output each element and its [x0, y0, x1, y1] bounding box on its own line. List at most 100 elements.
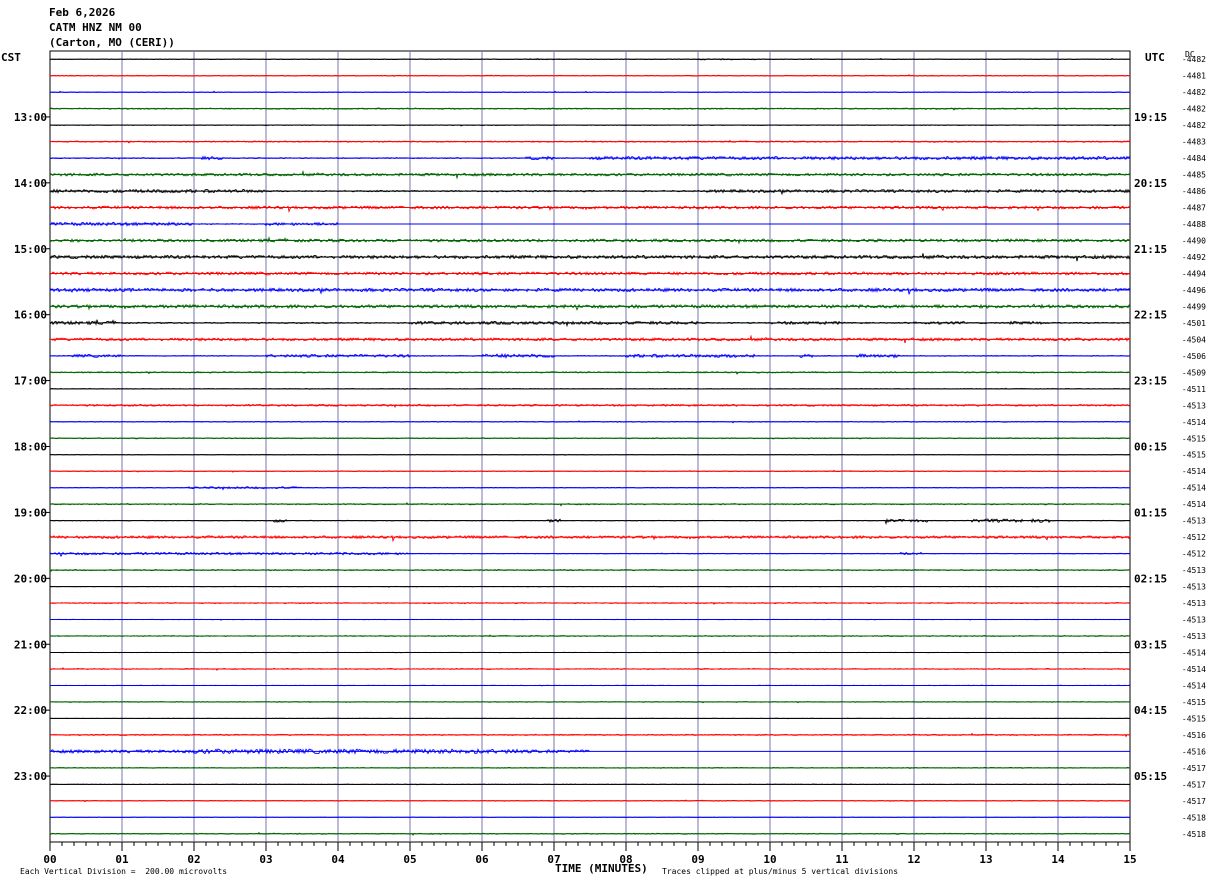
dc-offset-label: -4518 [1182, 813, 1206, 822]
right-time-label: 03:15 [1134, 638, 1167, 651]
seismic-trace [49, 303, 1131, 311]
dc-offset-label: -4513 [1182, 616, 1206, 625]
right-time-label: 01:15 [1134, 506, 1167, 519]
seismic-trace [49, 352, 1131, 360]
dc-offset-label: -4513 [1182, 401, 1206, 410]
dc-offset-label: -4509 [1182, 368, 1206, 377]
left-time-label: 19:00 [14, 506, 47, 519]
dc-offset-label: -4514 [1182, 484, 1206, 493]
dc-offset-label: -4515 [1182, 698, 1206, 707]
right-time-label: 22:15 [1134, 309, 1167, 322]
seismic-trace [49, 371, 1131, 375]
dc-offset-label: -4486 [1182, 187, 1206, 196]
clip-note: Traces clipped at plus/minus 5 vertical … [662, 867, 899, 876]
seismic-trace [49, 816, 1131, 819]
right-time-label: 02:15 [1134, 572, 1167, 585]
x-tick-label: 14 [1051, 853, 1065, 866]
seismic-trace [49, 420, 1131, 424]
dc-offset-label: -4482 [1182, 88, 1206, 97]
x-tick-label: 01 [115, 853, 129, 866]
left-time-label: 20:00 [14, 572, 47, 585]
dc-offset-label: -4517 [1182, 764, 1206, 773]
seismic-trace [49, 667, 1131, 672]
left-time-label: 17:00 [14, 375, 47, 388]
x-tick-label: 06 [475, 853, 489, 866]
dc-offset-label: -4513 [1182, 517, 1206, 526]
x-tick-label: 10 [763, 853, 776, 866]
dc-offset-label: -4514 [1182, 665, 1206, 674]
dc-offset-label: -4512 [1182, 550, 1206, 559]
x-tick-label: 03 [259, 853, 272, 866]
x-tick-label: 13 [979, 853, 992, 866]
dc-offset-label: -4514 [1182, 648, 1206, 657]
left-time-label: 14:00 [14, 177, 47, 190]
left-time-label: 15:00 [14, 243, 47, 256]
dc-offset-label: -4481 [1182, 72, 1206, 81]
seismic-trace [49, 74, 1131, 77]
dc-offset-label: -4482 [1182, 105, 1206, 114]
dc-offset-label: -4512 [1182, 533, 1206, 542]
x-axis-title: TIME (MINUTES) [555, 862, 648, 875]
seismic-trace [49, 469, 1131, 473]
scale-note: Each Vertical Division = 200.00 microvol… [20, 867, 228, 876]
dc-offset-label: -4488 [1182, 220, 1206, 229]
dc-offset-label: -4517 [1182, 780, 1206, 789]
left-time-label: 22:00 [14, 704, 47, 717]
dc-offset-label: -4485 [1182, 171, 1206, 180]
dc-offset-label: -4496 [1182, 286, 1206, 295]
dc-offset-label: -4518 [1182, 830, 1206, 839]
dc-offset-label: -4501 [1182, 319, 1206, 328]
x-tick-label: 04 [331, 853, 345, 866]
left-time-label: 13:00 [14, 111, 47, 124]
dc-offset-label: -4513 [1182, 599, 1206, 608]
dc-offset-label: -4513 [1182, 566, 1206, 575]
seismic-trace [49, 270, 1131, 276]
dc-offset-label: -4516 [1182, 747, 1206, 756]
right-time-label: 19:15 [1134, 111, 1167, 124]
dc-offset-label: -4514 [1182, 681, 1206, 690]
dc-offset-label: -4513 [1182, 632, 1206, 641]
x-tick-label: 12 [907, 853, 920, 866]
right-time-label: 20:15 [1134, 177, 1167, 190]
x-tick-label: 02 [187, 853, 200, 866]
left-time-label: 21:00 [14, 638, 47, 651]
dc-offset-label: -4515 [1182, 434, 1206, 443]
dc-offset-label: -4514 [1182, 467, 1206, 476]
dc-offset-label: -4511 [1182, 385, 1206, 394]
seismic-trace [49, 139, 1131, 144]
seismic-trace [49, 717, 1131, 720]
seismic-trace [49, 831, 1131, 836]
seismic-trace [49, 286, 1131, 295]
dc-offset-label: -4514 [1182, 500, 1206, 509]
right-time-label: 00:15 [1134, 441, 1167, 454]
right-time-label: 23:15 [1134, 375, 1167, 388]
seismic-trace [49, 534, 1131, 543]
x-tick-label: 09 [691, 853, 704, 866]
seismic-trace [49, 204, 1131, 213]
x-tick-label: 11 [835, 853, 849, 866]
seismic-trace [49, 517, 1131, 526]
seismic-trace [49, 551, 1131, 558]
seismic-trace [49, 188, 1131, 196]
dc-offset-label: -4513 [1182, 583, 1206, 592]
dc-offset-label: -4504 [1182, 335, 1206, 344]
dc-offset-label: -4483 [1182, 138, 1206, 147]
dc-offset-label: -4514 [1182, 418, 1206, 427]
dc-offset-label: -4494 [1182, 269, 1206, 278]
right-time-label: 05:15 [1134, 770, 1167, 783]
seismic-trace [49, 634, 1131, 638]
dc-offset-label: -4482 [1182, 55, 1206, 64]
helicorder-plot: 00 01 02 03 04 05 06 07 08 09 10 11 12 13 14 1513:0014:… [14, 50, 1206, 866]
dc-offset-label: -4517 [1182, 797, 1206, 806]
dc-offset-label: -4499 [1182, 302, 1206, 311]
dc-offset-label: -4484 [1182, 154, 1206, 163]
seismic-trace [49, 334, 1131, 344]
right-time-label: 21:15 [1134, 243, 1167, 256]
x-tick-label: 00 [43, 853, 56, 866]
dc-offset-label: -4490 [1182, 237, 1206, 246]
dc-offset-label: -4506 [1182, 352, 1206, 361]
dc-offset-label: -4492 [1182, 253, 1206, 262]
seismic-trace [49, 799, 1131, 803]
left-time-label: 23:00 [14, 770, 47, 783]
dc-offset-label: -4482 [1182, 121, 1206, 130]
